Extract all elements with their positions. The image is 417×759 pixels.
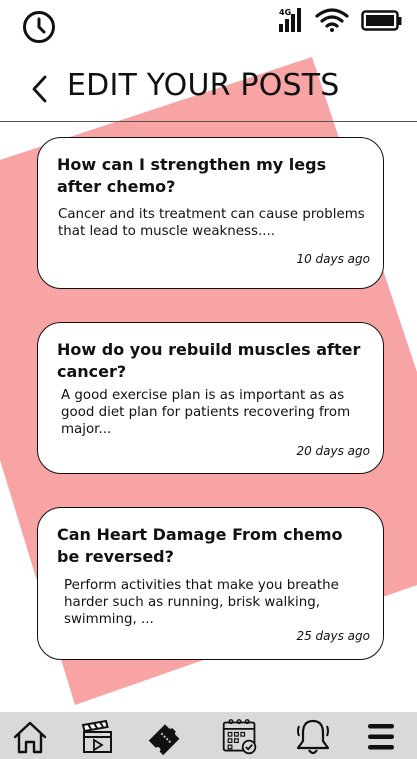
post-title: How do you rebuild muscles after cancer? <box>57 340 361 381</box>
menu-icon <box>368 724 394 750</box>
ticket-icon <box>148 724 180 756</box>
status-bar: 4G <box>0 0 417 48</box>
post-title: How can I strengthen my legs after chemo… <box>57 155 327 196</box>
bottom-nav <box>0 712 417 759</box>
wifi-icon <box>315 8 349 32</box>
post-time: 25 days ago <box>296 629 370 643</box>
signal-icon: 4G <box>279 8 301 32</box>
network-label: 4G <box>279 8 291 17</box>
post-time: 10 days ago <box>296 252 370 266</box>
nav-videos[interactable] <box>78 718 116 756</box>
home-icon <box>13 721 47 754</box>
nav-menu[interactable] <box>362 718 400 756</box>
post-time: 20 days ago <box>296 444 370 458</box>
post-card[interactable]: How can I strengthen my legs after chemo… <box>37 137 384 289</box>
post-excerpt: A good exercise plan is as important as … <box>61 388 351 437</box>
page-title: EDIT YOUR POSTS <box>67 68 340 103</box>
nav-notifications[interactable] <box>294 718 332 756</box>
calendar-icon <box>222 719 257 755</box>
battery-icon <box>361 10 402 31</box>
nav-tickets[interactable] <box>146 718 184 756</box>
bell-icon <box>296 719 330 755</box>
nav-home[interactable] <box>11 718 49 756</box>
post-card[interactable]: Can Heart Damage From chemo be reversed?… <box>37 507 384 660</box>
post-card[interactable]: How do you rebuild muscles after cancer?… <box>37 322 384 474</box>
clock-icon <box>23 11 55 43</box>
header-divider <box>0 121 417 122</box>
post-excerpt: Perform activities that make you breathe… <box>64 578 339 627</box>
nav-calendar[interactable] <box>221 718 259 756</box>
page-header: EDIT YOUR POSTS <box>0 60 417 122</box>
video-icon <box>81 719 112 753</box>
chevron-left-icon[interactable] <box>30 74 50 104</box>
post-title: Can Heart Damage From chemo be reversed? <box>57 525 343 566</box>
post-excerpt: Cancer and its treatment can cause probl… <box>58 207 365 239</box>
